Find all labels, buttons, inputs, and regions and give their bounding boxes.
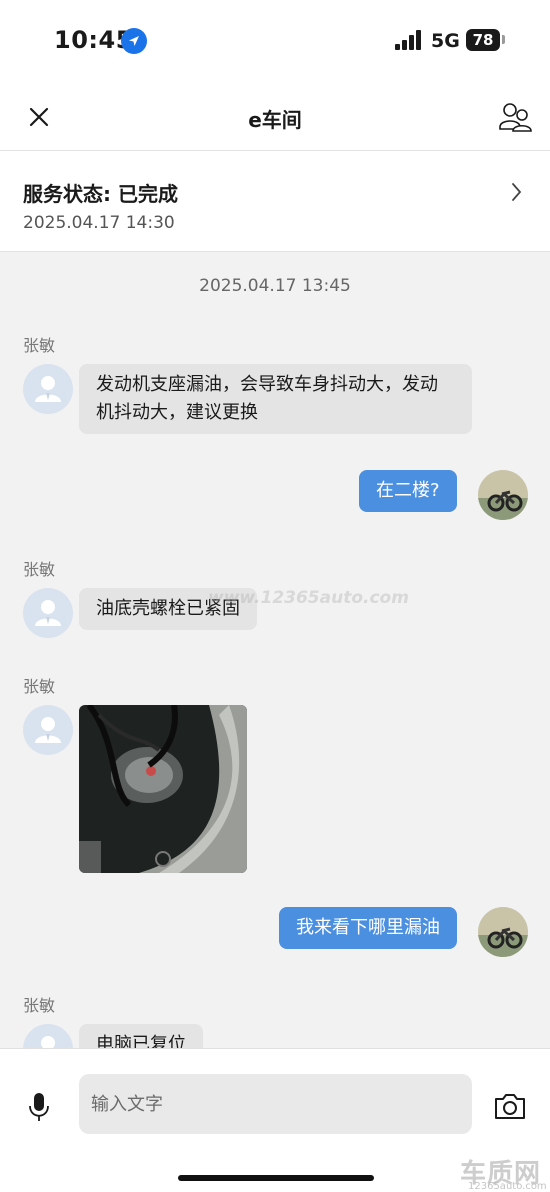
avatar-self[interactable] xyxy=(478,907,528,957)
message-input[interactable] xyxy=(79,1074,472,1134)
home-indicator[interactable] xyxy=(178,1175,374,1181)
contacts-icon[interactable] xyxy=(498,100,534,134)
service-time: 2025.04.17 14:30 xyxy=(23,213,175,233)
message-bubble-outgoing[interactable]: 在二楼? xyxy=(359,470,457,512)
sender-name: 张敏 xyxy=(23,560,56,579)
message-bubble[interactable]: 发动机支座漏油，会导致车身抖动大，发动机抖动大，建议更换 xyxy=(79,364,472,434)
chat-area[interactable]: 2025.04.17 13:45 张敏 发动机支座漏油，会导致车身抖动大，发动机… xyxy=(0,252,550,1048)
input-bar: 车质网 12365auto.com xyxy=(0,1048,550,1192)
network-type: 5G xyxy=(431,30,460,52)
chat-timestamp: 2025.04.17 13:45 xyxy=(199,276,351,296)
avatar-self[interactable] xyxy=(478,470,528,520)
avatar[interactable] xyxy=(23,364,73,414)
sender-name: 张敏 xyxy=(23,677,56,696)
battery-icon: 78 xyxy=(466,29,500,51)
message-bubble-outgoing[interactable]: 我来看下哪里漏油 xyxy=(279,907,457,949)
service-status-text: 服务状态: 已完成 xyxy=(23,182,178,206)
sender-name: 张敏 xyxy=(23,336,56,355)
sender-name: 张敏 xyxy=(23,996,56,1015)
nav-bar: e车间 xyxy=(0,82,550,151)
watermark-text: www.12365auto.com xyxy=(208,588,409,608)
service-status-panel[interactable]: 服务状态: 已完成 2025.04.17 14:30 xyxy=(0,151,550,252)
camera-icon[interactable] xyxy=(493,1091,527,1121)
avatar[interactable] xyxy=(23,705,73,755)
chevron-right-icon xyxy=(508,180,526,204)
signal-icon xyxy=(395,30,423,50)
status-bar: 10:45 5G 78 xyxy=(0,0,550,82)
avatar[interactable] xyxy=(23,588,73,638)
message-bubble[interactable]: 电脑已复位 xyxy=(79,1024,203,1048)
watermark-url: 12365auto.com xyxy=(468,1181,547,1192)
message-photo[interactable] xyxy=(79,705,247,873)
battery-tip xyxy=(502,35,505,44)
page-title: e车间 xyxy=(248,108,302,132)
location-arrow-icon xyxy=(121,28,147,54)
avatar[interactable] xyxy=(23,1024,73,1048)
microphone-icon[interactable] xyxy=(28,1091,50,1123)
